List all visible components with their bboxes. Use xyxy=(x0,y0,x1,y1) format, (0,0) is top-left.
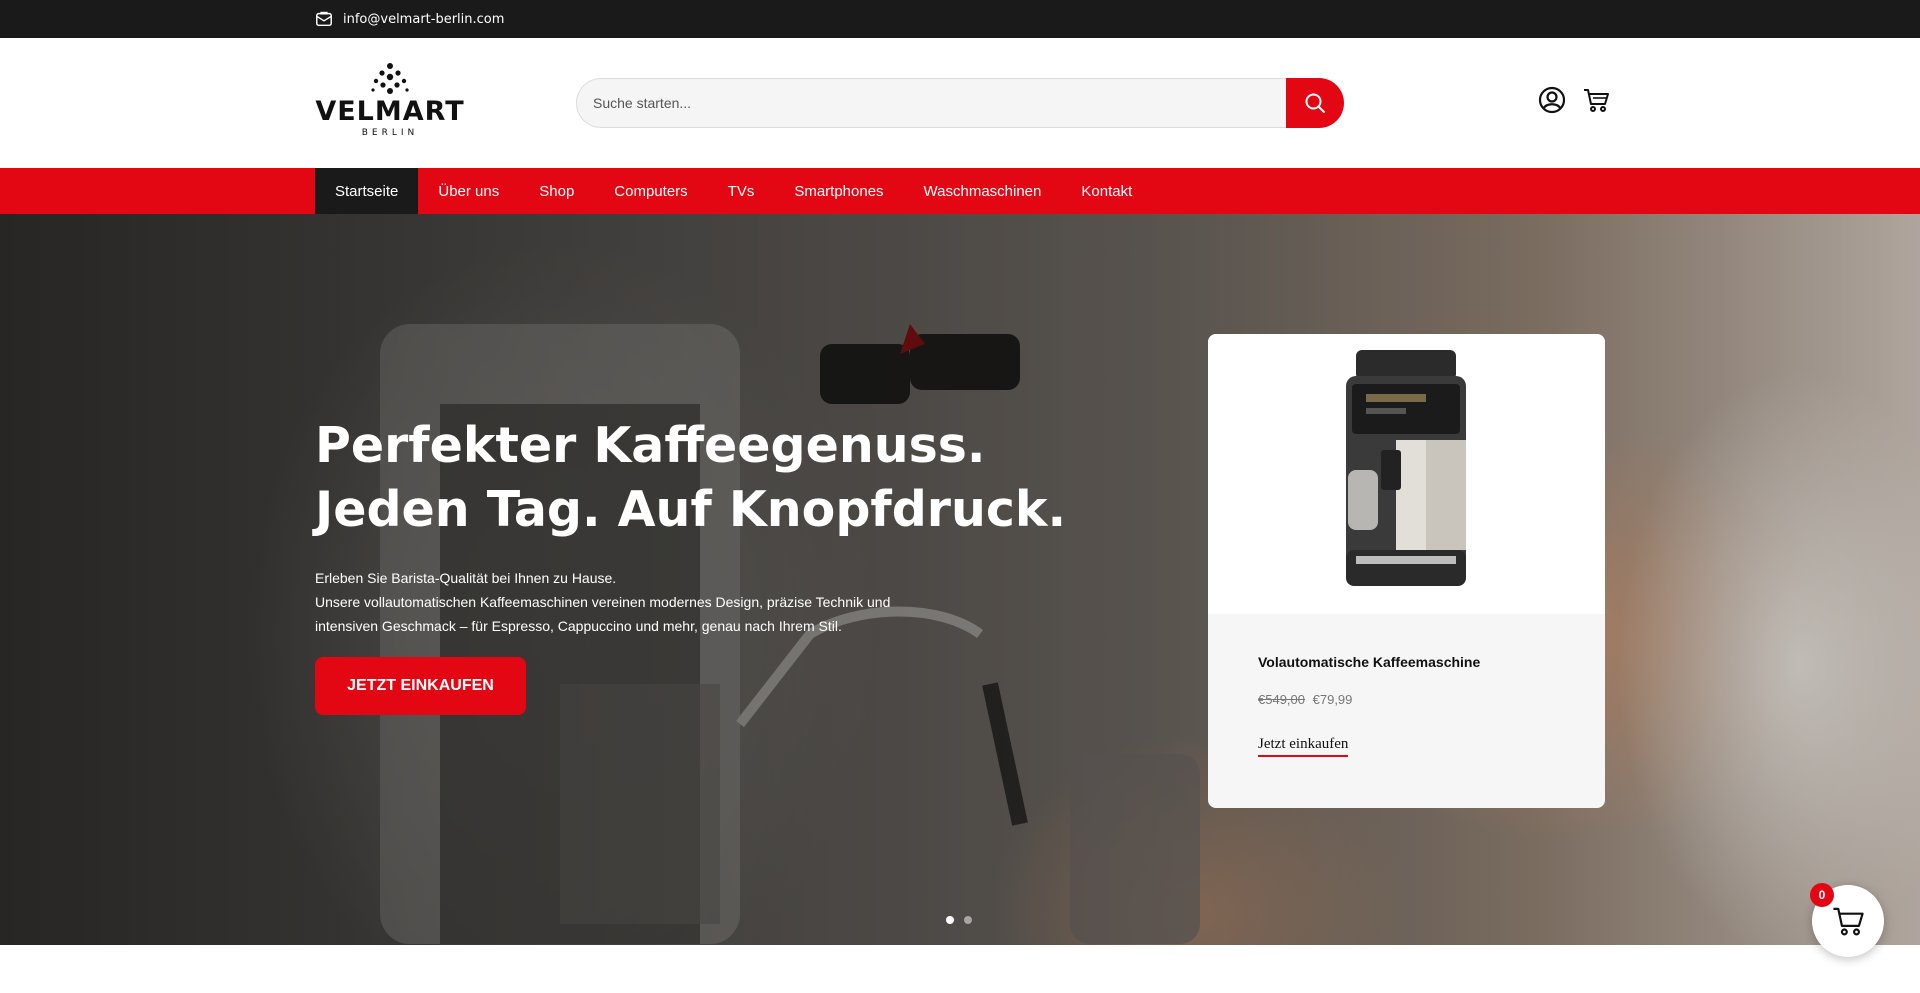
nav-item-startseite[interactable]: Startseite xyxy=(315,168,419,214)
product-price: €549,00 €79,99 xyxy=(1258,692,1352,707)
main-navigation: Startseite Über uns Shop Computers TVs S… xyxy=(0,168,1920,214)
nav-item-computers[interactable]: Computers xyxy=(594,168,707,214)
hero-headline: Perfekter Kaffeegenuss. Jeden Tag. Auf K… xyxy=(315,417,1067,538)
logo-wordmark: VELMART xyxy=(315,96,465,127)
cart-count-badge: 0 xyxy=(1810,883,1834,907)
top-bar: info@velmart-berlin.com xyxy=(0,0,1920,38)
nav-item-kontakt[interactable]: Kontakt xyxy=(1061,168,1152,214)
cart-icon[interactable] xyxy=(1582,86,1610,114)
logo-mark-icon xyxy=(371,63,409,94)
slider-pagination xyxy=(946,916,972,924)
shop-now-button[interactable]: JETZT EINKAUFEN xyxy=(315,657,526,715)
logo-subtitle: BERLIN xyxy=(361,128,419,138)
user-account-icon[interactable] xyxy=(1538,86,1566,114)
nav-item-shop[interactable]: Shop xyxy=(519,168,594,214)
search-icon xyxy=(1305,93,1325,113)
search-button[interactable] xyxy=(1286,78,1344,128)
hero-description-line2: Unsere vollautomatischen Kaffeemaschinen… xyxy=(315,594,891,634)
contact-email[interactable]: info@velmart-berlin.com xyxy=(315,10,504,28)
sale-price: €79,99 xyxy=(1312,692,1353,707)
hero-overlay xyxy=(0,214,1920,945)
cart-icon xyxy=(1833,907,1864,936)
product-title[interactable]: Volautomatische Kaffeemaschine xyxy=(1258,654,1480,670)
envelope-icon xyxy=(316,11,332,27)
email-text[interactable]: info@velmart-berlin.com xyxy=(343,12,504,27)
site-header: VELMART BERLIN xyxy=(0,38,1920,168)
hero-description: Erleben Sie Barista-Qualität bei Ihnen z… xyxy=(315,566,935,638)
search-bar xyxy=(576,78,1344,128)
product-shop-link[interactable]: Jetzt einkaufen xyxy=(1258,736,1349,757)
coffee-machine-product-image xyxy=(1346,350,1466,586)
header-actions xyxy=(1538,86,1610,114)
nav-item-tvs[interactable]: TVs xyxy=(708,168,775,214)
nav-item-smartphones[interactable]: Smartphones xyxy=(774,168,903,214)
old-price: €549,00 xyxy=(1258,692,1305,707)
featured-product-card[interactable]: Volautomatische Kaffeemaschine €549,00 €… xyxy=(1208,334,1605,808)
search-input[interactable] xyxy=(576,78,1296,128)
hero-description-line1: Erleben Sie Barista-Qualität bei Ihnen z… xyxy=(315,570,617,586)
velmart-logo[interactable]: VELMART BERLIN xyxy=(315,63,465,143)
slider-dot-1[interactable] xyxy=(946,916,954,924)
nav-item-ueber-uns[interactable]: Über uns xyxy=(418,168,519,214)
hero-slider: Perfekter Kaffeegenuss. Jeden Tag. Auf K… xyxy=(0,214,1920,945)
product-image[interactable] xyxy=(1208,334,1605,614)
nav-item-waschmaschinen[interactable]: Waschmaschinen xyxy=(904,168,1062,214)
slider-dot-2[interactable] xyxy=(964,916,972,924)
floating-cart-button[interactable]: 0 xyxy=(1810,883,1884,957)
